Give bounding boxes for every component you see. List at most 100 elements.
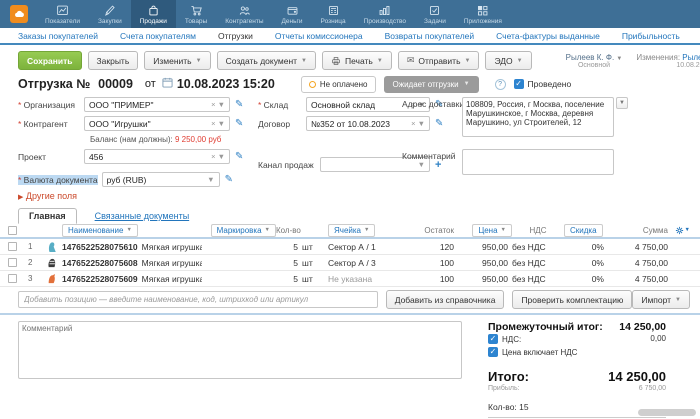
cell-value[interactable]: Сектор А / 1 bbox=[328, 242, 410, 252]
subnav-pribylnost[interactable]: Прибыльность bbox=[622, 31, 680, 41]
document-datetime[interactable]: 10.08.2023 15:20 bbox=[177, 77, 275, 91]
payment-status-button[interactable]: Не оплачено bbox=[300, 75, 376, 93]
table-settings-button[interactable]: ▼ bbox=[672, 226, 690, 235]
sort-price-button[interactable]: Цена ▼ bbox=[472, 223, 512, 237]
nav-item-prodazhi[interactable]: Продажи bbox=[130, 0, 176, 28]
last-changes[interactable]: Изменения: Рылеев К. Ф. 10.08.2023 15:23 bbox=[636, 53, 700, 69]
nav-item-zakupki[interactable]: Закупки bbox=[89, 0, 131, 28]
discount-value[interactable]: 0% bbox=[564, 242, 608, 252]
check-completeness-button[interactable]: Проверить комплектацию bbox=[512, 290, 633, 309]
send-button[interactable]: ✉ Отправить ▼ bbox=[397, 51, 480, 70]
product-thumbnail-fox bbox=[42, 273, 62, 285]
workflow-state-button[interactable]: Ожидает отгрузки ▼ bbox=[383, 75, 479, 93]
top-navigation-bar: Показатели Закупки Продажи Товары Контра… bbox=[0, 0, 700, 28]
subnav-scheta-faktury[interactable]: Счета-фактуры выданные bbox=[496, 31, 600, 41]
import-button[interactable]: Импорт ▼ bbox=[632, 290, 690, 309]
vat-checkbox[interactable] bbox=[488, 334, 498, 344]
project-select[interactable]: 456 × ▼ bbox=[84, 149, 230, 164]
footer-comment-textarea[interactable] bbox=[18, 321, 462, 379]
table-row[interactable]: 1 1476522528075610Мягкая игрушка "Диноза… bbox=[0, 239, 700, 255]
nav-item-kontragenty[interactable]: Контрагенты bbox=[216, 0, 272, 28]
edit-pencil-icon[interactable]: ✎ bbox=[235, 151, 243, 162]
qty-value[interactable]: 5 bbox=[276, 274, 302, 284]
edit-pencil-icon[interactable]: ✎ bbox=[235, 118, 243, 129]
qty-value[interactable]: 5 bbox=[276, 258, 302, 268]
help-icon[interactable]: ? bbox=[494, 78, 506, 90]
add-position-input[interactable] bbox=[18, 291, 378, 308]
close-button[interactable]: Закрыть bbox=[87, 51, 139, 70]
cell-value-empty[interactable]: Не указана bbox=[328, 274, 410, 284]
moysklad-logo[interactable] bbox=[6, 0, 32, 28]
subnav-scheta-pokupatelyam[interactable]: Счета покупателям bbox=[120, 31, 196, 41]
clear-icon[interactable]: × bbox=[211, 152, 215, 161]
edit-button[interactable]: Изменить ▼ bbox=[144, 51, 211, 70]
subnav-zakazy-pokupatelei[interactable]: Заказы покупателей bbox=[18, 31, 98, 41]
currency-select[interactable]: руб (RUB) ▼ bbox=[101, 172, 220, 187]
organization-select[interactable]: ООО "ПРИМЕР" × ▼ bbox=[84, 97, 230, 112]
cell-value[interactable]: Сектор А / 3 bbox=[328, 258, 410, 268]
row-checkbox[interactable] bbox=[8, 258, 17, 267]
save-button[interactable]: Сохранить bbox=[18, 51, 82, 70]
counterparty-label: Контрагент bbox=[18, 119, 84, 129]
document-footer: Промежуточный итог: 14 250,00 НДС: 0,00 … bbox=[0, 315, 700, 419]
product-code: 1476522528075609 bbox=[62, 273, 138, 284]
edit-pencil-icon[interactable]: ✎ bbox=[225, 174, 233, 185]
nav-item-dengi[interactable]: Деньги bbox=[273, 0, 312, 28]
chevron-down-icon[interactable]: ▼ bbox=[218, 119, 225, 128]
price-value[interactable]: 950,00 bbox=[458, 258, 512, 268]
row-checkbox[interactable] bbox=[8, 242, 17, 251]
comment-field-textarea[interactable] bbox=[462, 149, 614, 175]
address-dropdown-button[interactable]: ▼ bbox=[616, 97, 628, 109]
subnav-otchety-komissionera[interactable]: Отчеты комиссионера bbox=[275, 31, 363, 41]
clear-icon[interactable]: × bbox=[211, 119, 215, 128]
price-includes-vat-checkbox[interactable] bbox=[488, 347, 498, 357]
table-row[interactable]: 2 1476522528075608Мягкая игрушка "Зебра"… bbox=[0, 255, 700, 271]
other-fields-toggle[interactable]: ▶ Другие поля bbox=[0, 191, 700, 201]
footer-comment-block bbox=[18, 321, 462, 419]
sort-name-button[interactable]: Наименование ▼ bbox=[62, 223, 138, 237]
chevron-down-icon[interactable]: ▼ bbox=[207, 175, 214, 184]
edo-button[interactable]: ЭДО ▼ bbox=[485, 51, 532, 70]
horizontal-scrollbar-thumb[interactable] bbox=[638, 409, 696, 416]
nav-item-zadachi[interactable]: Задачи bbox=[415, 0, 455, 28]
tab-linked-documents[interactable]: Связанные документы bbox=[91, 209, 194, 223]
printer-icon bbox=[331, 56, 341, 66]
current-user[interactable]: Рылеев К. Ф. ▼ Основной bbox=[566, 53, 623, 69]
sort-cell-button[interactable]: Ячейка ▼ bbox=[328, 223, 376, 237]
nav-item-roznica[interactable]: Розница bbox=[312, 0, 355, 28]
subnav-vozvraty-pokupatelei[interactable]: Возвраты покупателей bbox=[385, 31, 475, 41]
add-from-catalog-button[interactable]: Добавить из справочника bbox=[385, 290, 505, 309]
subnav-otgruzki[interactable]: Отгрузки bbox=[218, 31, 253, 41]
discount-value[interactable]: 0% bbox=[564, 258, 608, 268]
sort-discount-button[interactable]: Скидка bbox=[564, 223, 603, 237]
qty-value[interactable]: 5 bbox=[276, 242, 302, 252]
calendar-icon[interactable] bbox=[162, 75, 173, 93]
sort-marking-button[interactable]: Маркировка ▼ bbox=[210, 223, 276, 237]
totals-panel: Промежуточный итог: 14 250,00 НДС: 0,00 … bbox=[488, 321, 666, 419]
select-all-checkbox[interactable] bbox=[8, 225, 17, 235]
create-document-button[interactable]: Создать документ ▼ bbox=[216, 51, 316, 70]
counterparty-select[interactable]: ООО "Игрушки" × ▼ bbox=[84, 116, 230, 131]
clear-icon[interactable]: × bbox=[211, 100, 215, 109]
price-value[interactable]: 950,00 bbox=[458, 274, 512, 284]
chevron-down-icon[interactable]: ▼ bbox=[218, 100, 225, 109]
nav-item-tovary[interactable]: Товары bbox=[176, 0, 216, 28]
vat-header: НДС bbox=[529, 225, 547, 235]
edit-pencil-icon[interactable]: ✎ bbox=[235, 99, 243, 110]
nav-item-pokazateli[interactable]: Показатели bbox=[36, 0, 89, 28]
print-button[interactable]: Печать ▼ bbox=[322, 51, 392, 70]
price-value[interactable]: 950,00 bbox=[458, 242, 512, 252]
stock-value: 100 bbox=[439, 273, 454, 284]
nav-item-proizvodstvo[interactable]: Производство bbox=[355, 0, 415, 28]
discount-value[interactable]: 0% bbox=[564, 274, 608, 284]
row-checkbox[interactable] bbox=[8, 274, 17, 283]
table-row[interactable]: 3 1476522528075609Мягкая игрушка "Лисено… bbox=[0, 271, 700, 287]
chevron-down-icon[interactable]: ▼ bbox=[218, 152, 225, 161]
nav-item-prilozheniya[interactable]: Приложения bbox=[455, 0, 511, 28]
chevron-down-icon: ▼ bbox=[684, 227, 690, 233]
nav-item-label: Приложения bbox=[463, 17, 502, 25]
delivery-address-textarea[interactable]: 108809, Россия, г Москва, поселение Мару… bbox=[462, 97, 614, 137]
tab-main[interactable]: Главная bbox=[18, 208, 77, 224]
approved-checkbox[interactable] bbox=[513, 79, 524, 89]
document-number[interactable]: 00009 bbox=[98, 77, 133, 91]
